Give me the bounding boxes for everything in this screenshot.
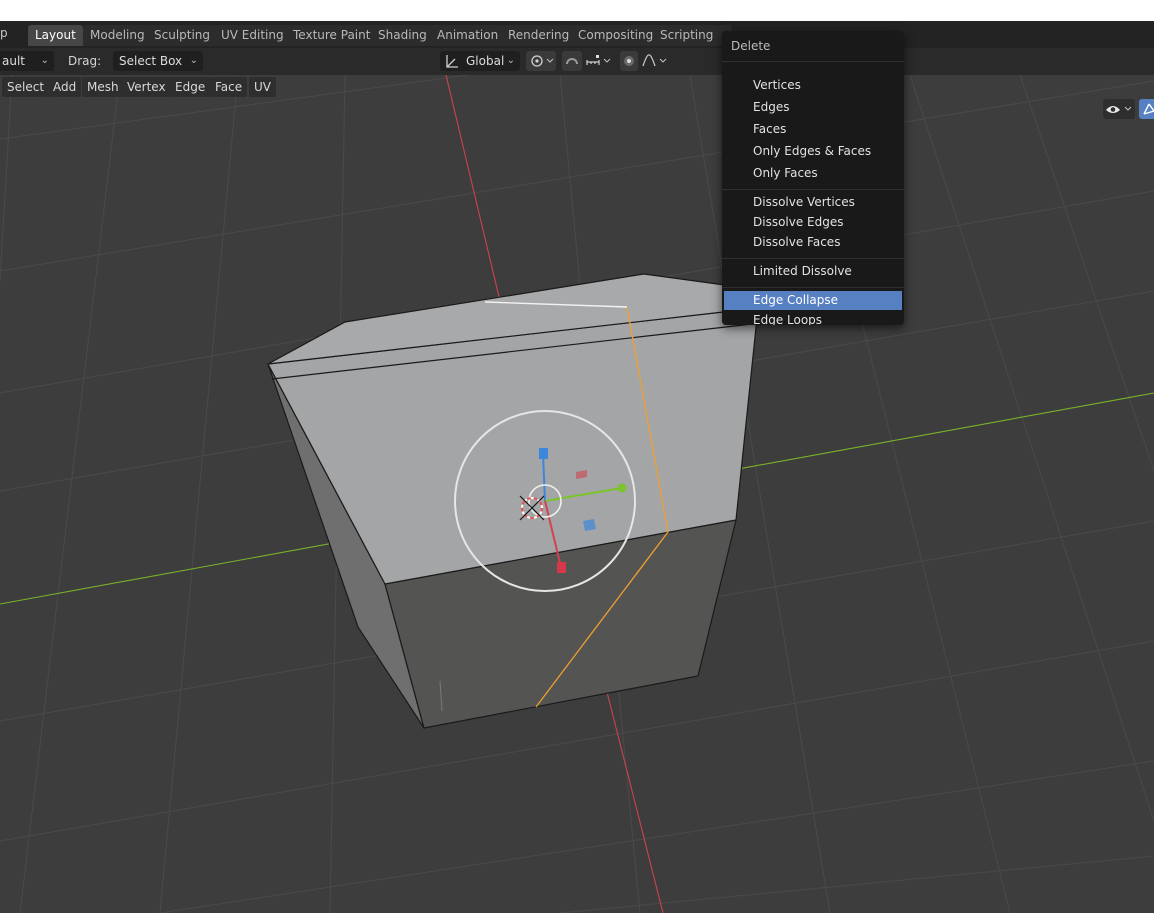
proportional-editing-toggle[interactable] (620, 51, 638, 71)
menu-separator (722, 258, 904, 259)
menu-fragment[interactable]: p (0, 26, 8, 40)
drag-value: Select Box (119, 54, 183, 68)
tool-settings-bar: ault ⌄ Drag: Select Box ⌄ Global ⌄ (0, 48, 1154, 75)
snap-increment-icon (586, 55, 611, 65)
popup-title: Delete (731, 39, 771, 53)
delete-option-edge-loops[interactable]: Edge Loops (724, 311, 902, 325)
drag-label: Drag: (68, 54, 102, 68)
orientation-dropdown[interactable]: Global ⌄ (440, 51, 520, 71)
workspace-tab[interactable]: Layout (28, 25, 83, 46)
workspace-tab[interactable]: Texture Paint (286, 25, 378, 46)
gizmo-toggle[interactable] (1139, 99, 1154, 119)
snap-icon (566, 58, 578, 65)
proportional-editing-icon (624, 56, 634, 66)
chevron-down-icon: ⌄ (40, 55, 49, 66)
eye-icon (1106, 106, 1132, 113)
menu-uv[interactable]: UV (249, 77, 276, 97)
drag-dropdown[interactable]: Select Box ⌄ (113, 51, 203, 71)
menu-select[interactable]: Select (2, 77, 50, 97)
orientation-value: Global (466, 54, 505, 68)
z-axis-tip[interactable] (539, 448, 548, 459)
delete-option-faces[interactable]: Faces (724, 120, 902, 139)
visibility-dropdown[interactable] (1103, 99, 1135, 119)
delete-popup-menu: Delete Vertices Edges Faces Only Edges & Fa… (722, 31, 904, 325)
viewport-scene[interactable] (0, 75, 1154, 913)
gizmo-toggle-icon (1143, 103, 1154, 115)
mode-value: ault (2, 54, 25, 68)
menu-mesh[interactable]: Mesh (82, 77, 124, 97)
menu-separator (722, 61, 904, 62)
menu-face[interactable]: Face (210, 77, 248, 97)
delete-option-limited-dissolve[interactable]: Limited Dissolve (724, 262, 902, 281)
snap-toggle[interactable] (562, 51, 582, 71)
y-axis-tip[interactable] (617, 483, 627, 493)
delete-option-edge-collapse[interactable]: Edge Collapse (724, 291, 902, 310)
transform-orientation-icon (444, 51, 460, 77)
blender-window: p Layout Modeling Sculpting UV Editing Textu… (0, 21, 1154, 913)
menu-vertex[interactable]: Vertex (122, 77, 171, 97)
pivot-point-dropdown[interactable] (526, 51, 556, 71)
falloff-dropdown[interactable] (640, 51, 670, 71)
chevron-down-icon: ⌄ (506, 55, 515, 66)
delete-option-dissolve-edges[interactable]: Dissolve Edges (724, 213, 902, 232)
workspace-tab[interactable]: Shading (371, 25, 434, 46)
workspace-bar: p Layout Modeling Sculpting UV Editing Textu… (0, 21, 1154, 48)
delete-option-dissolve-faces[interactable]: Dissolve Faces (724, 233, 902, 252)
delete-option-only-faces[interactable]: Only Faces (724, 164, 902, 183)
workspace-tab[interactable]: Animation (430, 25, 506, 46)
delete-option-only-edges-faces[interactable]: Only Edges & Faces (724, 142, 902, 161)
workspace-tab[interactable]: Scripting (653, 25, 721, 46)
chevron-down-icon: ⌄ (189, 55, 198, 66)
menu-separator (722, 189, 904, 190)
pivot-point-icon (531, 55, 554, 67)
delete-option-edges[interactable]: Edges (724, 98, 902, 117)
mode-dropdown[interactable]: ault ⌄ (0, 51, 54, 71)
falloff-curve-icon (642, 54, 667, 67)
menu-separator (722, 287, 904, 288)
menu-add[interactable]: Add (48, 77, 82, 97)
delete-option-vertices[interactable]: Vertices (724, 76, 902, 95)
workspace-tab[interactable]: Modeling (83, 25, 152, 46)
menu-edge[interactable]: Edge (170, 77, 211, 97)
snap-target-dropdown[interactable] (584, 51, 614, 71)
workspace-tab[interactable]: Compositing (571, 25, 661, 46)
delete-option-dissolve-vertices[interactable]: Dissolve Vertices (724, 193, 902, 212)
workspace-tab[interactable]: Sculpting (147, 25, 218, 46)
x-axis-tip[interactable] (557, 562, 566, 573)
workspace-tab[interactable]: UV Editing (214, 25, 291, 46)
workspace-tab[interactable]: Rendering (501, 25, 577, 46)
plane-handle-yz[interactable] (583, 519, 596, 531)
3d-viewport[interactable]: Select Add Mesh Vertex Edge Face UV (0, 75, 1154, 913)
